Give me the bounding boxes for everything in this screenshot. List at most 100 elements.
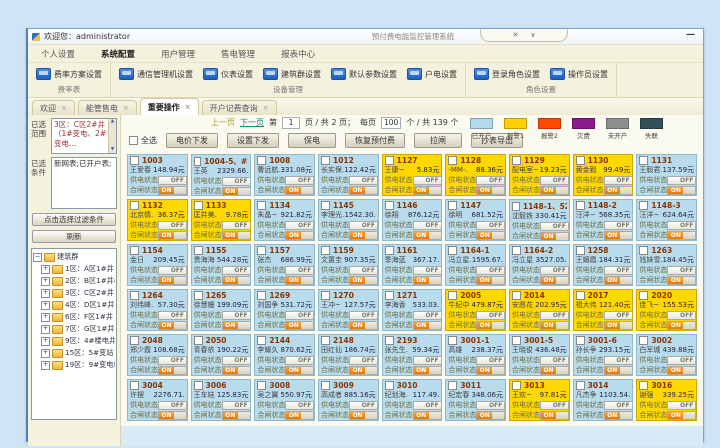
tree-root[interactable]: −建筑群 [33,251,115,263]
supply-status-toggle[interactable]: OFF [285,266,314,275]
supply-status-toggle[interactable]: OFF [222,266,251,275]
meter-card[interactable]: 1145李理光.1542.30.供电状态OFF合闸状态ON [318,199,379,241]
minimize-button[interactable]: — [686,30,695,41]
switch-status-toggle[interactable]: ON [285,186,314,195]
supply-status-toggle[interactable]: OFF [349,401,378,410]
switch-status-toggle[interactable]: ON [476,231,505,240]
card-checkbox[interactable] [130,381,139,390]
card-checkbox[interactable] [321,381,330,390]
switch-status-toggle[interactable]: ON [413,186,442,195]
ribbon-button[interactable]: 仪表设置 [198,67,258,81]
supply-status-toggle[interactable]: OFF [413,176,442,185]
card-checkbox[interactable] [576,291,585,300]
meter-card[interactable]: 2014安愿花202.95元供电状态OFF合闸状态ON [509,289,570,331]
meter-card[interactable]: 3004许摆2276.71.供电状态OFF合闸状态ON [127,379,188,421]
card-checkbox[interactable] [257,246,266,255]
tab-close-icon[interactable]: × [185,103,191,111]
tree-item[interactable]: +6区：F区1#井（F区1#… [41,311,115,323]
supply-status-toggle[interactable]: OFF [413,221,442,230]
supply-status-toggle[interactable]: OFF [349,311,378,320]
supply-status-toggle[interactable]: OFF [349,221,378,230]
meter-card[interactable]: 3001-6孙长争293.15元供电状态OFF合闸状态ON [573,334,634,376]
toolbar-button[interactable]: 设置下发 [227,133,279,148]
supply-status-toggle[interactable]: OFF [540,401,569,410]
card-checkbox[interactable] [321,291,330,300]
next-page-link[interactable]: 下一页 [240,117,264,128]
meter-card[interactable]: 3013王欢~97.81元供电状态OFF合闸状态ON [509,379,570,421]
switch-status-toggle[interactable]: ON [540,411,569,420]
supply-status-toggle[interactable]: OFF [285,311,314,320]
switch-status-toggle[interactable]: ON [476,186,505,195]
card-checkbox[interactable] [639,201,648,210]
toolbar-button[interactable]: 拉闸 [414,133,462,148]
ribbon-button[interactable]: 户电设置 [402,67,462,81]
meter-card[interactable]: 1148-3汪洋~624.64元供电状态OFF合闸状态ON [636,199,697,241]
supply-status-toggle[interactable]: OFF [158,401,187,410]
document-tab[interactable]: 能管售电× [78,100,137,115]
card-checkbox[interactable] [321,201,330,210]
card-checkbox[interactable] [130,336,139,345]
menu-item[interactable]: 系统配置 [88,48,148,60]
supply-status-toggle[interactable]: OFF [222,221,251,230]
condition-textbox[interactable]: 新网表;已开户表; [51,157,117,209]
card-checkbox[interactable] [321,156,330,165]
meter-card[interactable]: 3011纪宏春348.06元供电状态OFF合闸状态ON [445,379,506,421]
supply-status-toggle[interactable]: OFF [476,221,505,230]
filter-button[interactable]: 点击选择过滤条件 [32,213,116,226]
switch-status-toggle[interactable]: ON [222,231,251,240]
switch-status-toggle[interactable]: ON [476,276,505,285]
meter-card[interactable]: 1132北京情.36.37元供电状态OFF合闸状态ON [127,199,188,241]
supply-status-toggle[interactable]: OFF [158,221,187,230]
switch-status-toggle[interactable]: ON [285,366,314,375]
supply-status-toggle[interactable]: OFF [413,311,442,320]
supply-status-toggle[interactable]: OFF [158,356,187,365]
switch-status-toggle[interactable]: ON [476,411,505,420]
switch-status-toggle[interactable]: ON [285,411,314,420]
meter-card[interactable]: 1269刘国争531.72元供电状态OFF合闸状态ON [254,289,315,331]
supply-status-toggle[interactable]: OFF [349,266,378,275]
supply-status-toggle[interactable]: OFF [540,222,569,231]
switch-status-toggle[interactable]: ON [349,411,378,420]
switch-status-toggle[interactable]: ON [158,366,187,375]
menu-item[interactable]: 报表中心 [268,48,328,60]
tree-item[interactable]: +2区：B区1#井(B区1#… [41,275,115,287]
meter-card[interactable]: 1134朱晶~921.82元供电状态OFF合闸状态ON [254,199,315,241]
meter-card[interactable]: 1264刘伟峰.57.30元供电状态OFF合闸状态ON [127,289,188,331]
meter-card[interactable]: 3008吴之翼550.97元供电状态OFF合闸状态ON [254,379,315,421]
supply-status-toggle[interactable]: OFF [667,221,696,230]
meter-card[interactable]: 1263钱妹雪.184.45元供电状态OFF合闸状态ON [636,244,697,286]
meter-card[interactable]: 1164-1冯立星.1595.67.供电状态OFF合闸状态ON [445,244,506,286]
meter-card[interactable]: 1159文置圭907.35元供电状态OFF合闸状态ON [318,244,379,286]
supply-status-toggle[interactable]: OFF [604,266,633,275]
meter-card[interactable]: 2020佳飞~155.53元供电状态OFF合闸状态ON [636,289,697,331]
expand-icon[interactable]: + [41,301,50,310]
card-checkbox[interactable] [130,291,139,300]
switch-status-toggle[interactable]: ON [667,411,696,420]
expand-icon[interactable]: + [41,325,50,334]
card-checkbox[interactable] [639,156,648,165]
card-checkbox[interactable] [576,156,585,165]
supply-status-toggle[interactable]: OFF [540,311,569,320]
supply-status-toggle[interactable]: OFF [222,177,251,186]
card-checkbox[interactable] [448,336,457,345]
card-checkbox[interactable] [448,291,457,300]
card-checkbox[interactable] [194,291,203,300]
meter-card[interactable]: 2048郑少霞108.68元供电状态OFF合闸状态ON [127,334,188,376]
switch-status-toggle[interactable]: ON [604,276,633,285]
meter-card[interactable]: 1129配电室~19.23元供电状态OFF合闸状态ON [509,154,570,196]
supply-status-toggle[interactable]: OFF [667,176,696,185]
switch-status-toggle[interactable]: ON [476,321,505,330]
meter-card[interactable]: 1148-2汪洋~568.35元供电状态OFF合闸状态ON [573,199,634,241]
switch-status-toggle[interactable]: ON [349,366,378,375]
supply-status-toggle[interactable]: OFF [222,356,251,365]
document-tab[interactable]: 开户记费查询× [202,100,277,115]
switch-status-toggle[interactable]: ON [540,276,569,285]
card-checkbox[interactable] [576,246,585,255]
page-number-input[interactable]: 1 [282,117,300,129]
meter-card[interactable]: 1131王毅君.137.59元供电状态OFF合闸状态ON [636,154,697,196]
meter-card[interactable]: 1258王媚霞.184.31元供电状态OFF合闸状态ON [573,244,634,286]
supply-status-toggle[interactable]: OFF [158,311,187,320]
card-checkbox[interactable] [448,246,457,255]
switch-status-toggle[interactable]: ON [540,321,569,330]
switch-status-toggle[interactable]: ON [413,366,442,375]
